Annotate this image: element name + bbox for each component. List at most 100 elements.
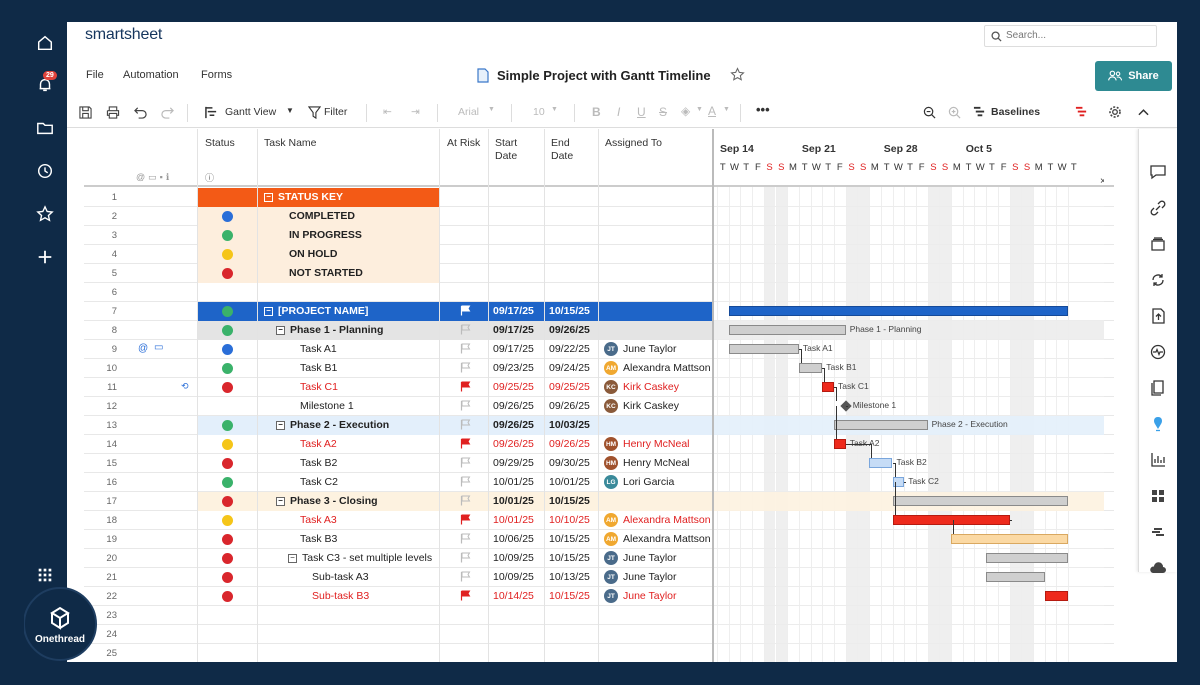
collapse-toggle-icon[interactable]: −	[264, 193, 273, 202]
summary-icon[interactable]	[1149, 343, 1167, 361]
status-red-dot[interactable]	[222, 534, 233, 545]
row-number[interactable]: 22	[84, 591, 144, 602]
outdent-icon[interactable]: ⇤	[383, 106, 392, 118]
start-date[interactable]: 10/01/25	[493, 514, 534, 526]
start-date[interactable]: 09/17/25	[493, 324, 534, 336]
row-number[interactable]: 17	[84, 496, 144, 507]
task-name[interactable]: Sub-task A3	[312, 571, 369, 583]
flag-outline-icon[interactable]	[460, 457, 471, 468]
row-number[interactable]: 10	[84, 363, 144, 374]
status-red-dot[interactable]	[222, 496, 233, 507]
start-date[interactable]: 09/23/25	[493, 362, 534, 374]
flag-outline-icon[interactable]	[460, 533, 471, 544]
close-icon[interactable]: ×	[1100, 176, 1104, 187]
status-red-dot[interactable]	[222, 591, 233, 602]
gantt-bar[interactable]	[728, 325, 846, 335]
home-icon[interactable]	[33, 31, 57, 55]
sheet-title[interactable]: Simple Project with Gantt Timeline	[497, 68, 711, 83]
assignee-name[interactable]: Alexandra Mattson	[623, 362, 711, 374]
assignee-name[interactable]: June Taylor	[623, 590, 677, 602]
start-date[interactable]: 09/25/25	[493, 381, 534, 393]
column-start-date[interactable]: Start Date	[495, 137, 533, 163]
status-red-dot[interactable]	[222, 382, 233, 393]
favorite-star-icon[interactable]	[730, 67, 745, 82]
flag-outline-icon[interactable]	[460, 362, 471, 373]
status-red-dot[interactable]	[222, 553, 233, 564]
status-red-dot[interactable]	[222, 458, 233, 469]
row-number[interactable]: 19	[84, 534, 144, 545]
column-assigned-to[interactable]: Assigned To	[605, 137, 662, 150]
avatar[interactable]: AM	[604, 361, 618, 375]
row-number[interactable]: 8	[84, 325, 144, 336]
end-date[interactable]: 09/26/25	[549, 400, 590, 412]
row-number[interactable]: 25	[84, 648, 144, 659]
text-color-icon[interactable]: A	[708, 104, 716, 118]
end-date[interactable]: 10/15/25	[549, 533, 590, 545]
task-name[interactable]: − [PROJECT NAME]	[264, 305, 368, 317]
create-plus-icon[interactable]	[33, 245, 57, 269]
status-yellow-dot[interactable]	[222, 439, 233, 450]
recents-clock-icon[interactable]	[33, 159, 57, 183]
favorites-star-icon[interactable]	[33, 202, 57, 226]
chevron-down-icon[interactable]: ▼	[551, 106, 558, 113]
row-number[interactable]: 1	[84, 192, 144, 203]
end-date[interactable]: 09/30/25	[549, 457, 590, 469]
forms-icon[interactable]	[1149, 379, 1167, 397]
gantt-bar[interactable]	[892, 496, 1068, 506]
assignee-name[interactable]: June Taylor	[623, 343, 677, 355]
flag-outline-icon[interactable]	[460, 324, 471, 335]
start-date[interactable]: 09/29/25	[493, 457, 534, 469]
flag-outline-icon[interactable]	[460, 343, 471, 354]
collapse-toggle-icon[interactable]: −	[276, 326, 285, 335]
avatar[interactable]: LG	[604, 475, 618, 489]
task-name[interactable]: − Task C3 - set multiple levels	[288, 552, 432, 564]
row-number[interactable]: 2	[84, 211, 144, 222]
assignee-name[interactable]: Alexandra Mattson	[623, 533, 711, 545]
font-family-dropdown[interactable]: Arial	[458, 106, 479, 118]
row-number[interactable]: 20	[84, 553, 144, 564]
attachment-link-icon[interactable]	[1149, 199, 1167, 217]
activity-log-icon[interactable]	[1149, 271, 1167, 289]
info-icon[interactable]: ⓘ	[205, 171, 214, 184]
task-name[interactable]: Task C2	[300, 476, 338, 488]
save-icon[interactable]	[79, 106, 92, 119]
task-name[interactable]: − Phase 3 - Closing	[276, 495, 378, 507]
integrations-icon[interactable]	[1149, 523, 1167, 541]
column-status[interactable]: Status	[205, 137, 235, 150]
start-date[interactable]: 10/09/25	[493, 552, 534, 564]
end-date[interactable]: 10/03/25	[549, 419, 590, 431]
avatar[interactable]: KC	[604, 399, 618, 413]
task-name[interactable]: ON HOLD	[289, 248, 337, 260]
bold-icon[interactable]: B	[592, 105, 601, 119]
flag-outline-icon[interactable]	[460, 495, 471, 506]
row-number[interactable]: 13	[84, 420, 144, 431]
gantt-bar[interactable]	[986, 553, 1068, 563]
task-name[interactable]: Task B1	[300, 362, 337, 374]
task-name[interactable]: − Phase 1 - Planning	[276, 324, 383, 336]
status-blue-dot[interactable]	[222, 211, 233, 222]
redo-icon[interactable]	[161, 106, 174, 119]
settings-gear-icon[interactable]	[1108, 105, 1122, 119]
ai-assistant-icon[interactable]	[1149, 415, 1167, 433]
gantt-bar[interactable]	[798, 363, 823, 373]
status-red-dot[interactable]	[222, 268, 233, 279]
end-date[interactable]: 10/01/25	[549, 476, 590, 488]
flag-outline-icon[interactable]	[460, 552, 471, 563]
collapse-toggle-icon[interactable]: −	[276, 497, 285, 506]
gantt-bar[interactable]	[986, 572, 1045, 582]
row-number[interactable]: 5	[84, 268, 144, 279]
folder-icon[interactable]	[33, 116, 57, 140]
assignee-name[interactable]: Alexandra Mattson	[623, 514, 711, 526]
gantt-bar[interactable]	[822, 382, 834, 392]
start-date[interactable]: 09/26/25	[493, 419, 534, 431]
mention-icon[interactable]: @	[138, 343, 148, 354]
end-date[interactable]: 09/25/25	[549, 381, 590, 393]
task-name[interactable]: COMPLETED	[289, 210, 355, 222]
start-date[interactable]: 10/06/25	[493, 533, 534, 545]
row-number[interactable]: 7	[84, 306, 144, 317]
status-green-dot[interactable]	[222, 230, 233, 241]
chevron-down-icon[interactable]: ▼	[286, 106, 294, 115]
avatar[interactable]: HM	[604, 437, 618, 451]
task-name[interactable]: Task A1	[300, 343, 337, 355]
collapse-toggle-icon[interactable]: −	[288, 554, 297, 563]
